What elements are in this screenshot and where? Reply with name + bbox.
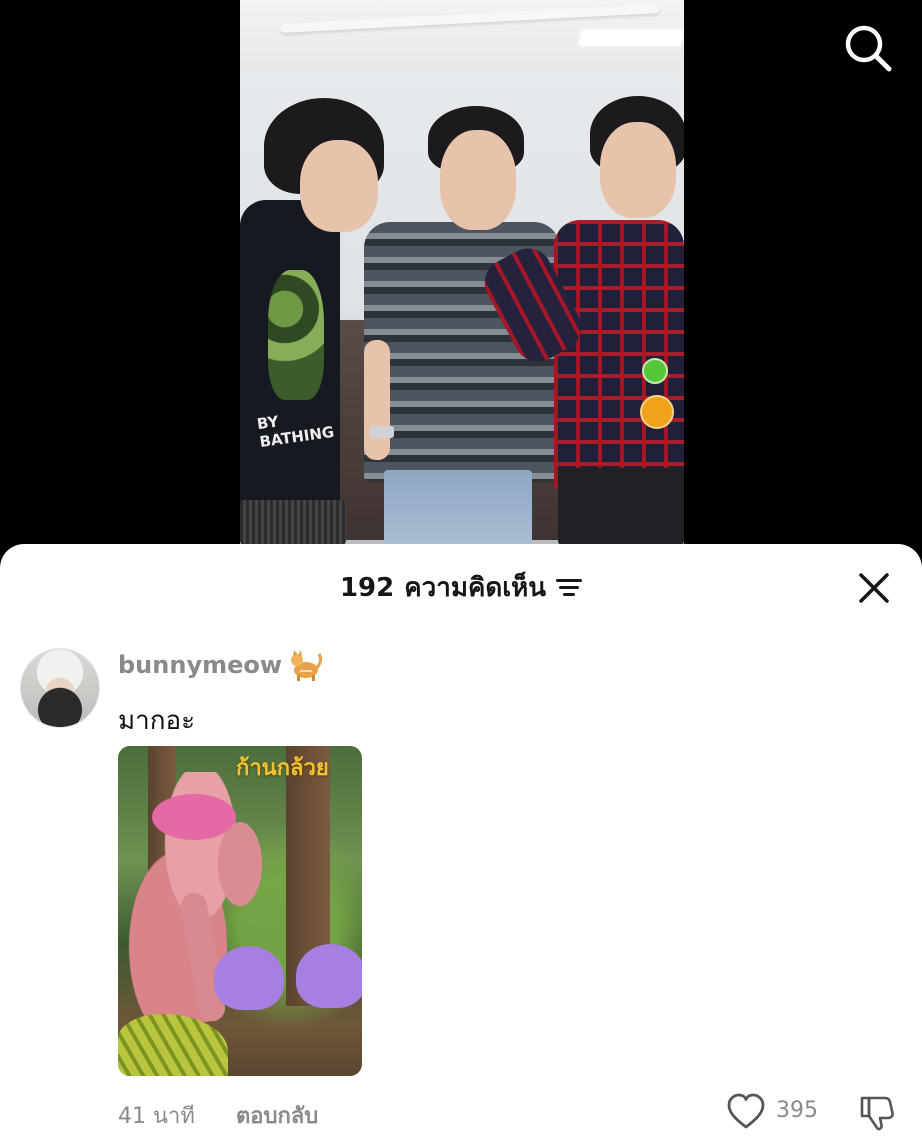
comment-meta: 41 นาที ตอบกลับ 395: [0, 1092, 922, 1132]
comments-label: ความคิดเห็น: [404, 573, 547, 603]
comment-count: 192: [339, 573, 395, 603]
comment-image[interactable]: ก้านกล้วย: [118, 746, 362, 1076]
video-ceiling-light: [578, 30, 684, 46]
like-button[interactable]: [726, 1092, 766, 1132]
comments-title: 192 ความคิดเห็น: [339, 566, 583, 610]
close-button[interactable]: [854, 568, 894, 608]
bananas: [118, 1014, 228, 1076]
video-frame[interactable]: BY BATHING: [240, 0, 684, 545]
cat-icon: [288, 648, 324, 682]
like-count: 395: [776, 1098, 818, 1123]
reply-button[interactable]: ตอบกลับ: [236, 1098, 318, 1133]
thumbs-down-icon: [860, 1096, 894, 1131]
filter-icon[interactable]: [556, 576, 583, 600]
comment-text: มากอะ: [118, 706, 196, 736]
search-button[interactable]: [842, 22, 894, 74]
close-icon: [859, 573, 889, 603]
comment-time: 41 นาที: [118, 1104, 195, 1129]
avatar[interactable]: [20, 648, 100, 728]
heart-icon: [727, 1093, 765, 1129]
search-icon: [845, 25, 892, 72]
username-text: bunnymeow: [118, 651, 283, 679]
purple-baby-elephant: [296, 944, 362, 1008]
comments-header: 192 ความคิดเห็น: [0, 566, 922, 610]
comment-username[interactable]: bunnymeow: [118, 648, 324, 682]
comments-sheet: 192 ความคิดเห็น bunnymeow มากอะ ก้านกล้ว…: [0, 544, 922, 1142]
dislike-button[interactable]: [856, 1092, 896, 1132]
purple-baby-elephant: [214, 946, 284, 1010]
video-area[interactable]: BY BATHING: [0, 0, 922, 560]
